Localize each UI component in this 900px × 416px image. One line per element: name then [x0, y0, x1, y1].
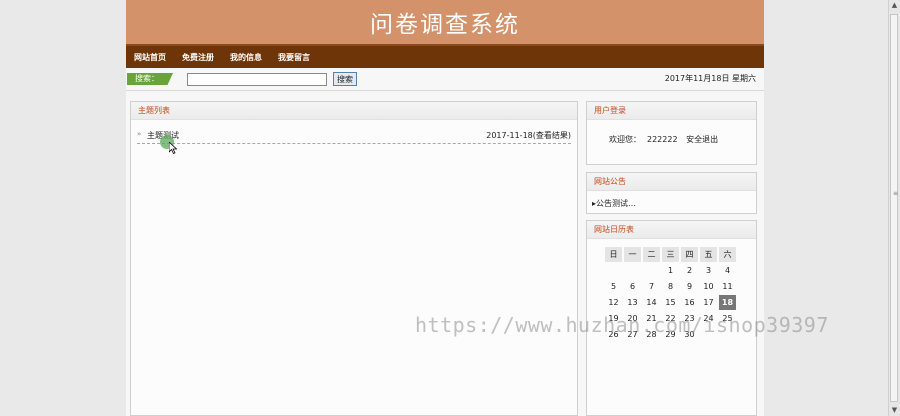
notice-panel: 网站公告 ▸公告测试…	[586, 172, 757, 214]
search-input[interactable]	[187, 72, 327, 86]
calendar-day[interactable]: 10	[700, 279, 717, 294]
calendar-day[interactable]: 13	[624, 295, 641, 310]
calendar-day[interactable]: 5	[605, 279, 622, 294]
weekday-sun: 日	[605, 247, 622, 262]
notice-item-text[interactable]: 公告测试…	[596, 199, 636, 208]
topic-list-panel: 主题列表 » 主题测试 2017-11-18(查看结果)	[130, 101, 578, 416]
calendar-day[interactable]: 12	[605, 295, 622, 310]
calendar-day[interactable]: 9	[681, 279, 698, 294]
calendar-empty-cell	[624, 263, 641, 278]
search-label: 搜索：	[127, 73, 173, 85]
calendar-day[interactable]: 15	[662, 295, 679, 310]
weekday-sat: 六	[719, 247, 736, 262]
calendar-empty-cell	[605, 263, 622, 278]
nav-leave-message[interactable]: 我要留言	[278, 52, 310, 63]
calendar-day[interactable]: 3	[700, 263, 717, 278]
topic-date: 2017-11-18	[486, 131, 533, 140]
weekday-fri: 五	[700, 247, 717, 262]
weekday-thu: 四	[681, 247, 698, 262]
calendar-weekday-row: 日 一 二 三 四 五 六	[605, 247, 736, 262]
calendar-day[interactable]: 2	[681, 263, 698, 278]
username: 222222	[647, 135, 678, 144]
login-title: 用户登录	[587, 102, 756, 120]
calendar-day[interactable]: 4	[719, 263, 736, 278]
logout-link[interactable]: 安全退出	[686, 135, 718, 144]
calendar-day[interactable]: 6	[624, 279, 641, 294]
topic-meta: 2017-11-18(查看结果)	[486, 130, 571, 141]
search-bar: 搜索： 搜索 2017年11月18日 星期六	[126, 68, 764, 91]
calendar-day[interactable]: 1	[662, 263, 679, 278]
search-button[interactable]: 搜索	[333, 72, 357, 86]
calendar-day[interactable]: 14	[643, 295, 660, 310]
calendar-empty-cell	[643, 263, 660, 278]
weekday-mon: 一	[624, 247, 641, 262]
page-scrollbar[interactable]: ▲ ≡ ▼	[888, 0, 900, 416]
scroll-up-arrow-icon[interactable]: ▲	[889, 0, 900, 11]
main-nav: 网站首页 免费注册 我的信息 我要留言	[126, 44, 764, 68]
site-banner: 问卷调查系统	[126, 0, 764, 44]
scroll-thumb[interactable]: ≡	[890, 14, 898, 402]
bullet-icon: »	[137, 130, 142, 138]
user-login-panel: 用户登录 欢迎您： 222222 安全退出	[586, 101, 757, 165]
calendar-day[interactable]: 7	[643, 279, 660, 294]
calendar-title: 网站日历表	[587, 221, 756, 239]
calendar-week-row: 5 6 7 8 9 10 11	[605, 279, 736, 294]
grip-icon: ≡	[893, 190, 899, 197]
welcome-label: 欢迎您：	[609, 135, 641, 144]
calendar-day[interactable]: 11	[719, 279, 736, 294]
list-item[interactable]: » 主题测试 2017-11-18(查看结果)	[137, 129, 571, 144]
calendar-week-row: 12 13 14 15 16 17 18	[605, 295, 736, 310]
scroll-down-arrow-icon[interactable]: ▼	[889, 405, 900, 416]
calendar-day[interactable]: 8	[662, 279, 679, 294]
watermark-text: https://www.huzhan.com/ishop39397	[415, 313, 829, 337]
weekday-wed: 三	[662, 247, 679, 262]
weekday-tue: 二	[643, 247, 660, 262]
notice-title: 网站公告	[587, 173, 756, 191]
topic-list-title: 主题列表	[131, 102, 577, 120]
notice-item[interactable]: ▸公告测试…	[587, 191, 756, 209]
page-container: 问卷调查系统 网站首页 免费注册 我的信息 我要留言 搜索： 搜索 2017年1…	[126, 0, 764, 416]
current-date: 2017年11月18日 星期六	[664, 74, 756, 83]
calendar-week-row: 1234	[605, 263, 736, 278]
nav-home[interactable]: 网站首页	[134, 52, 166, 63]
nav-register[interactable]: 免费注册	[182, 52, 214, 63]
site-title: 问卷调查系统	[370, 12, 520, 38]
mouse-cursor-icon	[169, 142, 177, 154]
view-results-link[interactable]: (查看结果)	[533, 131, 571, 140]
calendar-day[interactable]: 18	[719, 295, 736, 310]
calendar-day[interactable]: 16	[681, 295, 698, 310]
calendar-day[interactable]: 17	[700, 295, 717, 310]
nav-my-info[interactable]: 我的信息	[230, 52, 262, 63]
